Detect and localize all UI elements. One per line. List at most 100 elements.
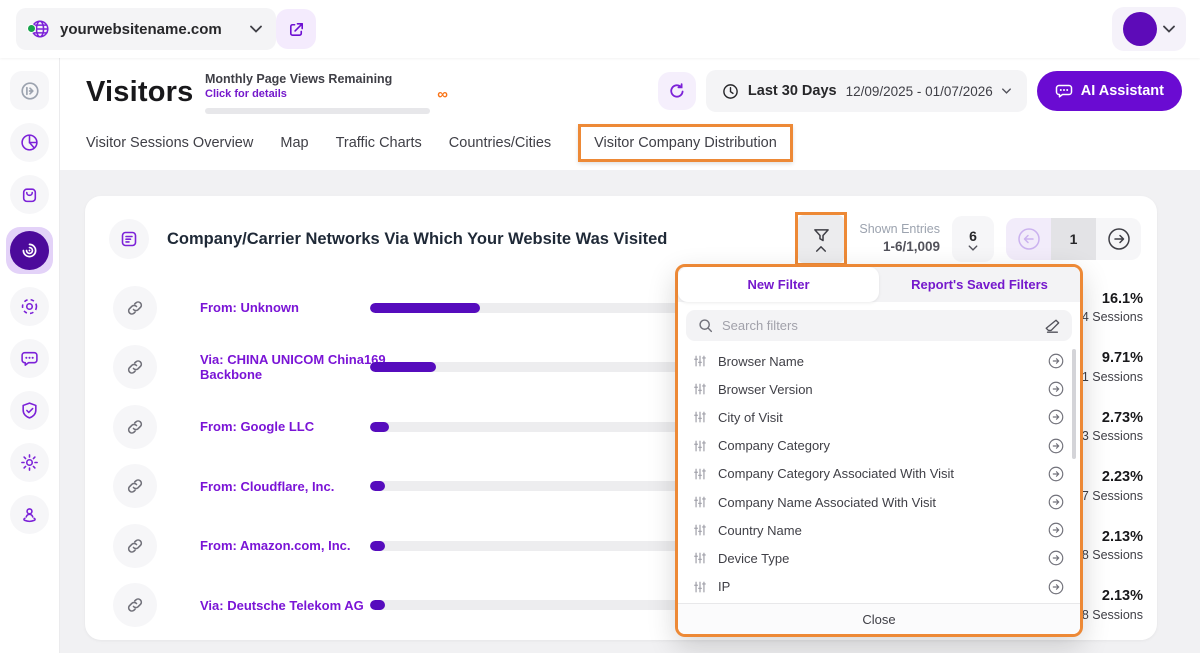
tab-visitor-company-distribution[interactable]: Visitor Company Distribution bbox=[594, 135, 777, 151]
link-icon bbox=[113, 285, 157, 330]
arrow-right-circle-icon bbox=[1048, 381, 1064, 397]
arrow-right-circle-icon bbox=[1048, 522, 1064, 538]
shown-entries-label: Shown Entries bbox=[859, 222, 940, 237]
prev-page-button[interactable] bbox=[1006, 218, 1051, 260]
sidebar-item-privacy[interactable] bbox=[10, 391, 49, 430]
filter-button[interactable] bbox=[798, 215, 845, 263]
sliders-icon bbox=[694, 496, 706, 508]
ai-assistant-button[interactable]: AI Assistant bbox=[1036, 71, 1182, 111]
filter-item-label: City of Visit bbox=[718, 409, 783, 425]
expand-icon bbox=[20, 81, 39, 100]
avatar bbox=[1123, 12, 1157, 46]
filter-item-browser-version[interactable]: Browser Version bbox=[678, 375, 1080, 403]
page-size-selector[interactable]: 6 bbox=[952, 216, 994, 262]
shown-entries-value: 1-6/1,009 bbox=[882, 239, 940, 255]
status-dot bbox=[27, 24, 36, 33]
location-person-icon bbox=[23, 508, 36, 523]
open-website-button[interactable] bbox=[276, 9, 316, 49]
tab-traffic-charts[interactable]: Traffic Charts bbox=[336, 135, 422, 151]
quota-widget: Monthly Page Views Remaining Click for d… bbox=[205, 72, 448, 114]
sliders-icon bbox=[694, 440, 706, 452]
content-area: Company/Carrier Networks Via Which Your … bbox=[60, 170, 1200, 653]
arrow-right-circle-icon bbox=[1048, 438, 1064, 453]
chevron-down-icon bbox=[249, 25, 262, 33]
sidebar-item-expand[interactable] bbox=[10, 71, 49, 110]
sidebar-item-visitors[interactable] bbox=[6, 227, 53, 274]
sidebar-item-locations[interactable] bbox=[10, 495, 49, 534]
tab-map[interactable]: Map bbox=[280, 135, 308, 151]
filter-item-browser-name[interactable]: Browser Name bbox=[678, 347, 1080, 375]
page-size-value: 6 bbox=[969, 227, 977, 244]
report-doc-icon bbox=[109, 219, 149, 259]
link-icon bbox=[113, 583, 157, 628]
chevron-up-icon bbox=[816, 245, 827, 252]
filter-item-label: Browser Name bbox=[718, 353, 804, 369]
ai-assistant-label: AI Assistant bbox=[1080, 83, 1164, 99]
page-title: Visitors bbox=[86, 76, 194, 108]
chat-bubble-icon bbox=[21, 351, 38, 366]
quota-progress-bar bbox=[205, 108, 430, 114]
tab-visitor-sessions-overview[interactable]: Visitor Sessions Overview bbox=[86, 135, 253, 151]
quota-details-link[interactable]: Click for details bbox=[205, 88, 430, 100]
website-selector[interactable]: yourwebsitename.com bbox=[16, 8, 276, 50]
filter-search[interactable] bbox=[686, 310, 1072, 341]
sliders-icon bbox=[694, 355, 706, 367]
sidebar-item-settings[interactable] bbox=[10, 443, 49, 482]
tab-countries-cities[interactable]: Countries/Cities bbox=[449, 135, 551, 151]
link-icon bbox=[113, 404, 157, 449]
filter-item-city-of-visit[interactable]: City of Visit bbox=[678, 403, 1080, 431]
filter-item-company-category-associated[interactable]: Company Category Associated With Visit bbox=[678, 460, 1080, 488]
filter-item-company-name-associated[interactable]: Company Name Associated With Visit bbox=[678, 488, 1080, 516]
filter-item-country-name[interactable]: Country Name bbox=[678, 516, 1080, 544]
annotation-box-active-tab: Visitor Company Distribution bbox=[578, 124, 793, 162]
arrow-right-circle-icon bbox=[1107, 228, 1130, 250]
sidebar-item-communication[interactable] bbox=[10, 339, 49, 378]
filter-item-company-category[interactable]: Company Category bbox=[678, 432, 1080, 460]
tab-saved-filters[interactable]: Report's Saved Filters bbox=[879, 267, 1080, 302]
report-tabs: Visitor Sessions Overview Map Traffic Ch… bbox=[86, 124, 793, 162]
filter-panel-tabs: New Filter Report's Saved Filters bbox=[678, 267, 1080, 302]
sliders-icon bbox=[694, 581, 706, 593]
arrow-right-circle-icon bbox=[1048, 353, 1064, 369]
top-bar: yourwebsitename.com bbox=[0, 0, 1200, 58]
shopping-bag-icon bbox=[22, 188, 37, 203]
filter-list: Browser Name Browser Version City of Vis… bbox=[678, 345, 1080, 603]
filter-item-device-type[interactable]: Device Type bbox=[678, 544, 1080, 572]
sliders-icon bbox=[694, 412, 706, 423]
panel-scrollbar[interactable] bbox=[1072, 349, 1076, 459]
arrow-right-circle-icon bbox=[1048, 466, 1064, 482]
sidebar-item-behaviour[interactable] bbox=[10, 287, 49, 326]
shield-check-icon bbox=[22, 402, 37, 419]
sidebar-item-dashboard[interactable] bbox=[10, 123, 49, 162]
close-button[interactable]: Close bbox=[678, 603, 1080, 634]
sidebar-item-ecommerce[interactable] bbox=[10, 175, 49, 214]
card-title: Company/Carrier Networks Via Which Your … bbox=[167, 229, 668, 248]
filter-item-ip[interactable]: IP bbox=[678, 573, 1080, 601]
refresh-button[interactable] bbox=[657, 72, 696, 110]
search-icon bbox=[699, 319, 713, 333]
page-header: Visitors Monthly Page Views Remaining Cl… bbox=[60, 58, 1200, 170]
date-range-picker[interactable]: Last 30 Days 12/09/2025 - 01/07/2026 bbox=[705, 70, 1027, 112]
filter-item-label: IP bbox=[718, 579, 731, 595]
search-input[interactable] bbox=[722, 318, 1035, 333]
arrow-right-circle-icon bbox=[1048, 410, 1064, 425]
funnel-icon bbox=[814, 228, 829, 241]
arrow-right-circle-icon bbox=[1048, 579, 1064, 594]
tab-new-filter[interactable]: New Filter bbox=[678, 267, 879, 302]
ai-chat-icon bbox=[1055, 84, 1072, 98]
user-menu[interactable] bbox=[1112, 7, 1186, 51]
link-icon bbox=[113, 464, 157, 509]
filter-item-label: Device Type bbox=[718, 550, 790, 566]
filter-item-label: Company Name Associated With Visit bbox=[718, 494, 936, 510]
filter-item-label: Company Category Associated With Visit bbox=[718, 466, 955, 482]
sidebar-nav bbox=[0, 58, 60, 653]
chevron-down-icon bbox=[1001, 88, 1011, 94]
gear-icon bbox=[21, 454, 38, 471]
pie-chart-icon bbox=[21, 134, 38, 151]
quota-label: Monthly Page Views Remaining bbox=[205, 72, 393, 86]
next-page-button[interactable] bbox=[1096, 218, 1141, 260]
eraser-icon[interactable] bbox=[1044, 318, 1060, 334]
date-range-value: 12/09/2025 - 01/07/2026 bbox=[845, 83, 993, 99]
link-icon bbox=[113, 523, 157, 568]
arrow-right-circle-icon bbox=[1048, 551, 1064, 566]
